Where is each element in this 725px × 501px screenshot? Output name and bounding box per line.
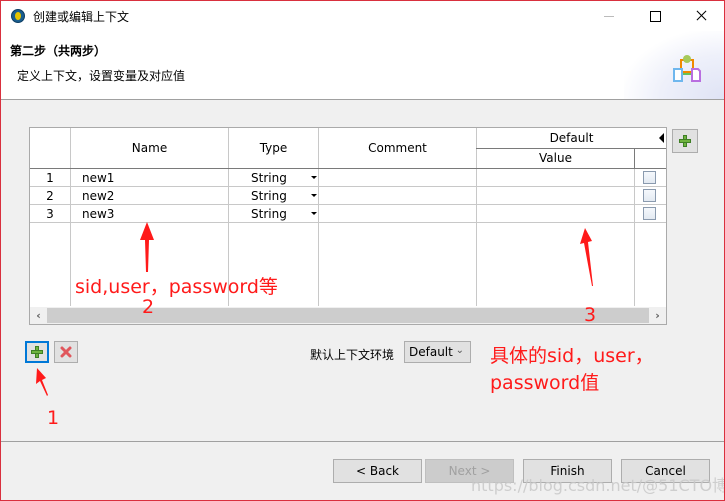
row-divider xyxy=(30,222,666,223)
variable-type[interactable]: String xyxy=(251,207,287,221)
title-bar: 创建或编辑上下文 xyxy=(1,1,724,31)
column-group-default[interactable]: Default xyxy=(477,131,666,145)
annotation-marker-3: 3 xyxy=(584,304,597,326)
footer-divider xyxy=(1,441,724,442)
dropdown-arrow-icon[interactable] xyxy=(311,212,317,215)
prompt-checkbox[interactable] xyxy=(643,207,656,220)
col-divider xyxy=(634,168,635,306)
add-context-button[interactable] xyxy=(672,129,698,153)
window-title: 创建或编辑上下文 xyxy=(33,10,130,24)
step-description: 定义上下文，设置变量及对应值 xyxy=(17,69,186,83)
delete-x-icon xyxy=(60,346,72,358)
maximize-button[interactable] xyxy=(632,1,678,31)
column-header-value[interactable]: Value xyxy=(477,151,634,165)
variable-type[interactable]: String xyxy=(251,171,287,185)
back-button[interactable]: < Back xyxy=(333,459,422,483)
annotation-name-note: sid,user，password等 xyxy=(75,276,278,298)
chevron-down-icon: ⌄ xyxy=(455,345,464,356)
default-context-label: 默认上下文环境 xyxy=(310,348,395,362)
header-divider xyxy=(30,168,666,169)
add-variable-button[interactable] xyxy=(25,341,49,363)
column-header-comment[interactable]: Comment xyxy=(319,141,476,155)
dropdown-arrow-icon[interactable] xyxy=(311,176,317,179)
row-divider xyxy=(30,204,666,205)
watermark: https://blog.csdn.net/@51CTO博客 xyxy=(471,476,725,495)
variable-type[interactable]: String xyxy=(251,189,287,203)
variable-name[interactable]: new1 xyxy=(82,171,114,185)
context-wizard-icon xyxy=(673,55,701,82)
step-title: 第二步（共两步） xyxy=(10,44,107,58)
plus-icon xyxy=(679,135,691,147)
scroll-left-button[interactable]: ‹ xyxy=(30,307,47,324)
column-header-name[interactable]: Name xyxy=(71,141,228,155)
row-index: 3 xyxy=(46,207,54,221)
annotation-marker-1: 1 xyxy=(47,407,60,429)
variable-name[interactable]: new2 xyxy=(82,189,114,203)
row-index: 2 xyxy=(46,189,54,203)
horizontal-scrollbar[interactable]: ‹ › xyxy=(30,307,666,324)
talend-app-icon xyxy=(11,9,25,23)
col-divider xyxy=(634,148,635,168)
row-divider xyxy=(476,148,666,149)
close-button[interactable] xyxy=(678,1,724,31)
row-divider xyxy=(30,186,666,187)
dropdown-arrow-icon[interactable] xyxy=(311,194,317,197)
remove-variable-button[interactable] xyxy=(54,341,78,363)
prompt-checkbox[interactable] xyxy=(643,189,656,202)
scrollbar-thumb[interactable] xyxy=(47,308,649,323)
annotation-marker-2: 2 xyxy=(142,296,155,318)
create-edit-context-dialog: 创建或编辑上下文 第二步（共两步） 定义上下文，设置变量及对应值 Name Ty… xyxy=(0,0,725,501)
collapse-left-icon[interactable] xyxy=(659,133,664,143)
annotation-value-note-line2: password值 xyxy=(490,372,600,394)
plus-icon xyxy=(31,346,43,358)
minimize-button[interactable] xyxy=(586,1,632,31)
scroll-right-button[interactable]: › xyxy=(649,307,666,324)
default-context-select[interactable]: Default ⌄ xyxy=(404,341,471,363)
prompt-checkbox[interactable] xyxy=(643,171,656,184)
column-header-type[interactable]: Type xyxy=(229,141,318,155)
variable-name[interactable]: new3 xyxy=(82,207,114,221)
annotation-value-note-line1: 具体的sid，user， xyxy=(490,345,654,367)
default-context-value: Default xyxy=(409,345,453,359)
row-index: 1 xyxy=(46,171,54,185)
wizard-header: 第二步（共两步） 定义上下文，设置变量及对应值 xyxy=(1,31,724,100)
